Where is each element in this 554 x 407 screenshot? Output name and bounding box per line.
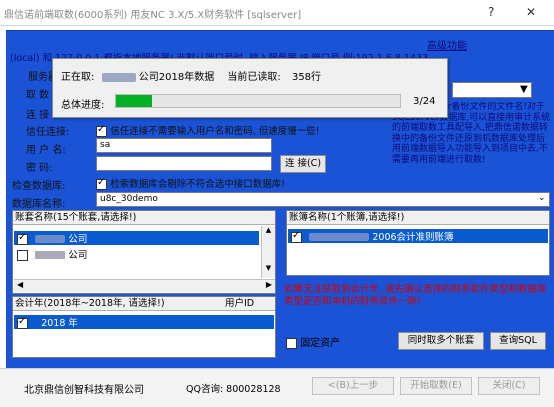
checkdb-text: 检索数据库会剔除不符合选中接口数据库! — [110, 179, 285, 190]
username-input[interactable]: sa — [96, 138, 272, 153]
read-value: 358行 — [291, 72, 322, 83]
fixed-assets-label: 固定资产 — [300, 338, 341, 349]
fixed-assets-row[interactable]: 固定资产 — [286, 334, 340, 349]
scroll-up-icon[interactable]: ▲ — [262, 226, 275, 234]
account-name: 公司 — [68, 250, 88, 261]
overall-progress-bar — [115, 94, 401, 108]
fetching-company: 公司2018年数据 — [138, 72, 215, 83]
account-list-header: 账套名称(15个账套,请选择!) — [13, 211, 275, 225]
advanced-link[interactable]: 高级功能 — [427, 37, 467, 52]
horizontal-scrollbar[interactable]: ◀ ▶ — [14, 279, 275, 293]
account-checkbox[interactable] — [17, 232, 28, 245]
progress-dialog: 正在取: 公司2018年数据 当前已读取: 358行 总体进度: 3/24 — [52, 58, 448, 118]
prev-step-button[interactable]: <(B)上一步 — [312, 377, 394, 395]
scroll-down-icon[interactable]: ▼ — [262, 264, 275, 272]
fetch-label: 取 数 — [26, 90, 50, 101]
redacted-name — [35, 251, 66, 259]
password-label: 密 码: — [26, 163, 53, 174]
fetching-label: 正在取: — [61, 72, 95, 83]
list-item[interactable]: 2018 年 — [14, 315, 274, 329]
checkdb-checkbox-row[interactable]: 检索数据库会剔除不符合选中接口数据库! — [96, 176, 285, 190]
year-label: 2018 年 — [41, 318, 78, 329]
dbname-select[interactable]: u8c_30demo — [96, 192, 550, 207]
checkdb-checkbox[interactable] — [96, 177, 107, 190]
chevron-down-icon[interactable]: ⌄ — [538, 193, 546, 203]
close-window-button[interactable]: ✕ — [526, 5, 536, 19]
book-list-header: 账簿名称(1个账簿,请选择!) — [287, 211, 549, 225]
account-name: 公司 — [68, 234, 88, 245]
book-name: 2006会计准则账簿 — [372, 232, 454, 243]
chevron-down-icon[interactable]: ▼ — [520, 84, 528, 95]
connect-button[interactable]: 连 接(C) — [280, 155, 326, 173]
dbname-label: 数据库名称: — [12, 199, 66, 210]
list-item[interactable]: 2006会计准则账簿 — [288, 229, 548, 243]
fixed-assets-checkbox[interactable] — [286, 337, 297, 349]
username-label: 用 户 名: — [26, 145, 66, 156]
trusted-label: 信任连接: — [26, 127, 70, 138]
window-title: 鼎信诺前端取数(6000系列) 用友NC 3.X/5.X财务软件 [sqlser… — [4, 10, 302, 21]
year-checkbox[interactable] — [17, 316, 28, 329]
connect-label: 连 接 — [26, 110, 50, 121]
query-sql-button[interactable]: 查询SQL — [490, 332, 546, 350]
password-input[interactable] — [96, 156, 272, 171]
close-button[interactable]: 关闭(C) — [478, 377, 540, 395]
progress-fill — [116, 95, 152, 107]
scroll-right-icon[interactable]: ▶ — [266, 280, 272, 289]
list-item[interactable]: 公司 — [14, 231, 259, 245]
redacted-name — [35, 235, 66, 243]
checkdb-label: 检查数据库: — [12, 181, 66, 192]
overall-label: 总体进度: — [61, 100, 105, 111]
redacted-name — [309, 233, 370, 241]
read-label: 当前已读取: — [227, 72, 281, 83]
list-item[interactable]: 公司 — [14, 247, 259, 261]
start-fetch-button[interactable]: 开始取数(E) — [400, 377, 472, 395]
redacted-name — [101, 72, 136, 82]
account-checkbox[interactable] — [17, 249, 28, 261]
scroll-left-icon[interactable]: ◀ — [17, 280, 23, 289]
account-list[interactable]: 账套名称(15个账套,请选择!) 公司 公司 ▲ ▼ ◀ ▶ — [12, 210, 276, 294]
multi-account-button[interactable]: 同时取多个账套 — [398, 332, 484, 350]
status-bar: 北京鼎信创智科技有限公司 QQ咨询: 800028128 <(B)上一步 开始取… — [0, 368, 554, 407]
fetch-status-row: 正在取: 公司2018年数据 当前已读取: 358行 — [61, 68, 321, 83]
year-list-header: 会计年(2018年~2018年, 请选择!) 用户ID — [13, 297, 275, 311]
trusted-text: 信任连接不需要输入用户名和密码, 但速度慢一些! — [110, 126, 320, 137]
vertical-scrollbar[interactable]: ▲ ▼ — [261, 226, 275, 278]
year-list[interactable]: 会计年(2018年~2018年, 请选择!) 用户ID 2018 年 — [12, 296, 276, 358]
year-header: 会计年(2018年~2018年, 请选择!) — [15, 298, 165, 309]
progress-counter: 3/24 — [413, 96, 436, 107]
trusted-checkbox-row[interactable]: 信任连接不需要输入用户名和密码, 但速度慢一些! — [96, 123, 320, 137]
book-list[interactable]: 账簿名称(1个账簿,请选择!) 2006会计准则账簿 — [286, 210, 550, 276]
qq-contact: QQ咨询: 800028128 — [186, 384, 281, 395]
user-id-header: 用户ID — [225, 298, 255, 309]
title-bar: 鼎信诺前端取数(6000系列) 用友NC 3.X/5.X财务软件 [sqlser… — [0, 0, 554, 26]
company-name: 北京鼎信创智科技有限公司 — [24, 385, 144, 396]
warning-text: 如果无法获取到会计年, 请先确认选择的财务软件类型和数据库类型是否和本机的财务软… — [284, 284, 547, 307]
trusted-checkbox[interactable] — [96, 124, 107, 137]
help-button[interactable]: ? — [488, 5, 494, 19]
book-checkbox[interactable] — [291, 230, 302, 243]
